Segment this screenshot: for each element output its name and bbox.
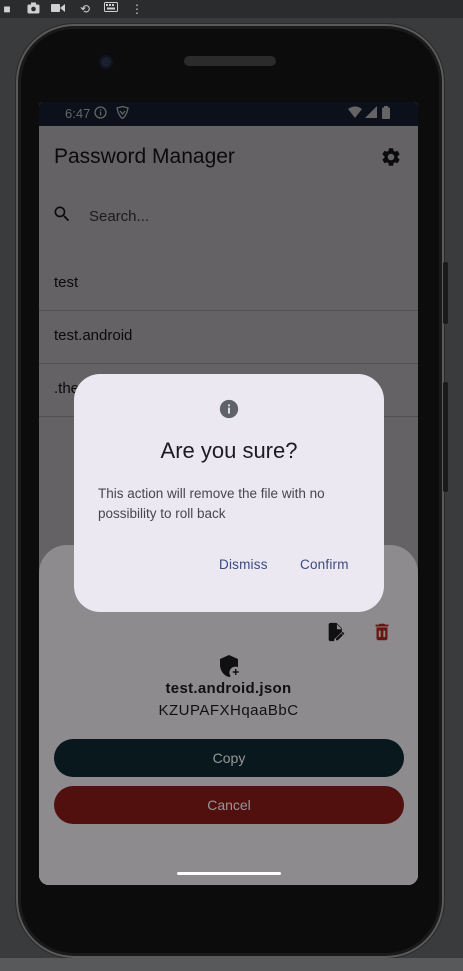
- info-icon: [218, 398, 240, 420]
- earpiece-speaker: [184, 56, 276, 66]
- stop-icon[interactable]: ■: [0, 2, 14, 16]
- gesture-nav-handle[interactable]: [177, 872, 281, 875]
- dialog-message: This action will remove the file with no…: [98, 486, 325, 521]
- keyboard-icon[interactable]: [104, 2, 118, 16]
- emulator-toolbar: ■ ⟲ ⋮: [0, 0, 463, 18]
- rotate-icon[interactable]: ⟲: [78, 2, 92, 16]
- emulator-bottom-bar: [0, 958, 463, 971]
- confirm-button[interactable]: Confirm: [300, 557, 349, 572]
- dialog-title: Are you sure?: [160, 438, 298, 463]
- dismiss-button[interactable]: Dismiss: [219, 557, 268, 572]
- confirm-dialog: Are you sure? This action will remove th…: [74, 374, 384, 612]
- front-camera: [99, 55, 113, 69]
- video-icon[interactable]: [51, 2, 65, 16]
- volume-button: [443, 262, 448, 324]
- camera-icon[interactable]: [26, 2, 40, 16]
- more-vert-icon[interactable]: ⋮: [130, 2, 144, 16]
- power-button: [443, 382, 448, 492]
